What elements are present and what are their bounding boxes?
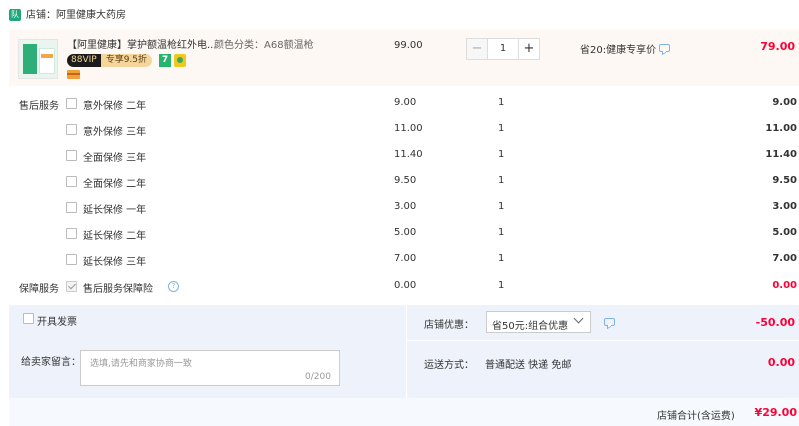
service-total: 5.00 xyxy=(772,227,797,238)
service-total: 9.00 xyxy=(772,97,797,108)
service-checkbox[interactable] xyxy=(66,98,77,109)
invoice-checkbox[interactable] xyxy=(23,313,34,324)
shop-name[interactable]: 店铺：阿里健康大药房 xyxy=(26,9,126,22)
divider xyxy=(406,340,799,341)
service-total: 7.00 xyxy=(772,253,797,264)
shop-total-label: 店铺合计(含运费) xyxy=(657,411,735,422)
service-name: 意外保修 三年 xyxy=(83,127,147,138)
discount-label: 店铺优惠： xyxy=(424,320,474,331)
service-price: 11.40 xyxy=(394,149,423,160)
service-price: 11.00 xyxy=(394,123,423,134)
guarantee-quantity: 1 xyxy=(498,280,505,291)
service-price: 9.50 xyxy=(394,175,417,186)
quantity-stepper: − 1 + xyxy=(466,38,542,60)
chat-icon[interactable] xyxy=(659,44,670,52)
service-name: 全面保修 二年 xyxy=(83,179,147,190)
service-quantity: 1 xyxy=(498,123,505,134)
service-quantity: 1 xyxy=(498,227,505,238)
message-char-count: 0/200 xyxy=(305,372,331,382)
help-icon[interactable]: ? xyxy=(168,281,179,292)
service-price: 3.00 xyxy=(394,201,417,212)
guarantee-name: 售后服务保障险 xyxy=(83,284,153,295)
decrease-quantity-button[interactable]: − xyxy=(466,38,488,60)
shop-total-amount: ¥29.00 xyxy=(754,406,797,419)
vip-discount-label: 专享9.5折 xyxy=(100,54,153,67)
service-name: 意外保修 二年 xyxy=(83,101,147,112)
shipping-amount: 0.00 xyxy=(767,356,795,369)
service-price: 7.00 xyxy=(394,253,417,264)
service-checkbox[interactable] xyxy=(66,150,77,161)
seven-day-return-icon: 7 xyxy=(159,54,171,67)
product-spec: 颜色分类：A68额温枪 xyxy=(214,40,314,51)
unit-price: 99.00 xyxy=(394,40,423,51)
guarantee-price: 0.00 xyxy=(394,280,417,291)
product-total-price: 79.00 xyxy=(760,40,795,53)
service-quantity: 1 xyxy=(498,97,505,108)
discount-select-value[interactable]: 省50元:组合优惠 xyxy=(492,317,568,332)
service-name: 延长保修 一年 xyxy=(83,205,147,216)
service-checkbox[interactable] xyxy=(66,176,77,187)
after-sales-label: 售后服务 xyxy=(19,101,59,112)
invoice-label[interactable]: 开具发票 xyxy=(37,313,77,328)
vip-discount-badge: 88VIP 专享9.5折 xyxy=(67,54,153,67)
guarantee-total: 0.00 xyxy=(772,280,797,291)
service-checkbox[interactable] xyxy=(66,124,77,135)
shop-logo-icon: 队 xyxy=(9,9,21,21)
product-thumbnail[interactable] xyxy=(18,39,58,79)
service-checkbox[interactable] xyxy=(66,254,77,265)
shipping-method: 普通配送 快递 免邮 xyxy=(485,360,572,371)
discount-amount: -50.00 xyxy=(755,316,795,329)
service-name: 全面保修 三年 xyxy=(83,153,147,164)
divider xyxy=(406,305,407,398)
service-total: 9.50 xyxy=(772,175,797,186)
service-quantity: 1 xyxy=(498,253,505,264)
service-price: 9.00 xyxy=(394,97,417,108)
product-title-link[interactable]: 【阿里健康】掌护额温枪红外电... xyxy=(67,40,217,52)
saving-label: 省20:健康专享价 xyxy=(580,45,657,56)
vip-label: 88VIP xyxy=(67,54,101,67)
shipping-label: 运送方式： xyxy=(424,360,474,371)
quantity-input[interactable]: 1 xyxy=(488,38,518,60)
credit-card-icon xyxy=(67,70,80,79)
service-checkbox[interactable] xyxy=(66,202,77,213)
service-name: 延长保修 二年 xyxy=(83,231,147,242)
service-total: 11.40 xyxy=(765,149,797,160)
service-quantity: 1 xyxy=(498,149,505,160)
service-checkbox[interactable] xyxy=(66,228,77,239)
increase-quantity-button[interactable]: + xyxy=(518,38,540,60)
guarantee-service-label: 保障服务 xyxy=(19,284,59,295)
service-name: 延长保修 三年 xyxy=(83,257,147,268)
service-price: 5.00 xyxy=(394,227,417,238)
service-total: 11.00 xyxy=(765,123,797,134)
service-quantity: 1 xyxy=(498,175,505,186)
service-quantity: 1 xyxy=(498,201,505,212)
guarantee-checkbox xyxy=(66,281,77,292)
message-label: 给卖家留言： xyxy=(21,357,81,368)
guarantee-icon xyxy=(174,54,186,67)
service-total: 3.00 xyxy=(772,201,797,212)
message-placeholder: 选填,请先和商家协商一致 xyxy=(90,359,192,369)
chat-icon[interactable] xyxy=(604,318,615,326)
